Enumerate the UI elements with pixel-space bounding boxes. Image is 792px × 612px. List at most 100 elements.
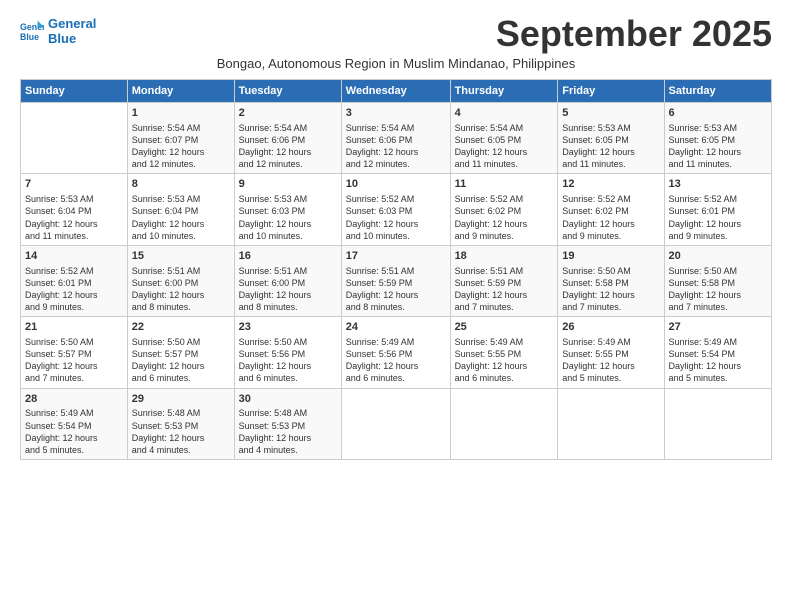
day-info: Sunrise: 5:53 AM Sunset: 6:04 PM Dayligh… bbox=[25, 193, 123, 242]
table-row: 21Sunrise: 5:50 AM Sunset: 5:57 PM Dayli… bbox=[21, 317, 128, 388]
table-row: 25Sunrise: 5:49 AM Sunset: 5:55 PM Dayli… bbox=[450, 317, 558, 388]
day-info: Sunrise: 5:52 AM Sunset: 6:02 PM Dayligh… bbox=[455, 193, 554, 242]
day-info: Sunrise: 5:53 AM Sunset: 6:05 PM Dayligh… bbox=[669, 122, 767, 171]
day-info: Sunrise: 5:49 AM Sunset: 5:55 PM Dayligh… bbox=[562, 336, 659, 385]
day-number: 5 bbox=[562, 106, 659, 121]
logo-icon: General Blue bbox=[20, 19, 44, 43]
col-thursday: Thursday bbox=[450, 80, 558, 103]
col-saturday: Saturday bbox=[664, 80, 771, 103]
table-row: 26Sunrise: 5:49 AM Sunset: 5:55 PM Dayli… bbox=[558, 317, 664, 388]
table-row: 6Sunrise: 5:53 AM Sunset: 6:05 PM Daylig… bbox=[664, 103, 771, 174]
day-number: 22 bbox=[132, 320, 230, 335]
day-info: Sunrise: 5:50 AM Sunset: 5:58 PM Dayligh… bbox=[562, 265, 659, 314]
day-number: 24 bbox=[346, 320, 446, 335]
table-row: 11Sunrise: 5:52 AM Sunset: 6:02 PM Dayli… bbox=[450, 174, 558, 245]
table-row: 5Sunrise: 5:53 AM Sunset: 6:05 PM Daylig… bbox=[558, 103, 664, 174]
table-row: 2Sunrise: 5:54 AM Sunset: 6:06 PM Daylig… bbox=[234, 103, 341, 174]
day-info: Sunrise: 5:50 AM Sunset: 5:58 PM Dayligh… bbox=[669, 265, 767, 314]
table-row: 1Sunrise: 5:54 AM Sunset: 6:07 PM Daylig… bbox=[127, 103, 234, 174]
table-row: 27Sunrise: 5:49 AM Sunset: 5:54 PM Dayli… bbox=[664, 317, 771, 388]
col-tuesday: Tuesday bbox=[234, 80, 341, 103]
table-row bbox=[450, 388, 558, 459]
day-number: 14 bbox=[25, 249, 123, 264]
table-row: 16Sunrise: 5:51 AM Sunset: 6:00 PM Dayli… bbox=[234, 245, 341, 316]
day-number: 4 bbox=[455, 106, 554, 121]
day-number: 11 bbox=[455, 177, 554, 192]
table-row: 10Sunrise: 5:52 AM Sunset: 6:03 PM Dayli… bbox=[341, 174, 450, 245]
calendar-header-row: Sunday Monday Tuesday Wednesday Thursday… bbox=[21, 80, 772, 103]
day-info: Sunrise: 5:50 AM Sunset: 5:57 PM Dayligh… bbox=[25, 336, 123, 385]
table-row: 28Sunrise: 5:49 AM Sunset: 5:54 PM Dayli… bbox=[21, 388, 128, 459]
day-info: Sunrise: 5:48 AM Sunset: 5:53 PM Dayligh… bbox=[132, 407, 230, 456]
table-row: 23Sunrise: 5:50 AM Sunset: 5:56 PM Dayli… bbox=[234, 317, 341, 388]
calendar: Sunday Monday Tuesday Wednesday Thursday… bbox=[20, 79, 772, 460]
day-info: Sunrise: 5:53 AM Sunset: 6:04 PM Dayligh… bbox=[132, 193, 230, 242]
day-info: Sunrise: 5:49 AM Sunset: 5:56 PM Dayligh… bbox=[346, 336, 446, 385]
logo: General Blue General Blue bbox=[20, 16, 96, 46]
table-row: 9Sunrise: 5:53 AM Sunset: 6:03 PM Daylig… bbox=[234, 174, 341, 245]
day-number: 21 bbox=[25, 320, 123, 335]
table-row: 30Sunrise: 5:48 AM Sunset: 5:53 PM Dayli… bbox=[234, 388, 341, 459]
day-number: 12 bbox=[562, 177, 659, 192]
table-row: 17Sunrise: 5:51 AM Sunset: 5:59 PM Dayli… bbox=[341, 245, 450, 316]
day-info: Sunrise: 5:54 AM Sunset: 6:06 PM Dayligh… bbox=[346, 122, 446, 171]
day-info: Sunrise: 5:53 AM Sunset: 6:03 PM Dayligh… bbox=[239, 193, 337, 242]
table-row bbox=[558, 388, 664, 459]
day-number: 29 bbox=[132, 392, 230, 407]
calendar-week-row: 21Sunrise: 5:50 AM Sunset: 5:57 PM Dayli… bbox=[21, 317, 772, 388]
calendar-week-row: 1Sunrise: 5:54 AM Sunset: 6:07 PM Daylig… bbox=[21, 103, 772, 174]
calendar-week-row: 14Sunrise: 5:52 AM Sunset: 6:01 PM Dayli… bbox=[21, 245, 772, 316]
day-number: 7 bbox=[25, 177, 123, 192]
day-number: 18 bbox=[455, 249, 554, 264]
table-row: 3Sunrise: 5:54 AM Sunset: 6:06 PM Daylig… bbox=[341, 103, 450, 174]
table-row bbox=[341, 388, 450, 459]
calendar-week-row: 7Sunrise: 5:53 AM Sunset: 6:04 PM Daylig… bbox=[21, 174, 772, 245]
day-number: 19 bbox=[562, 249, 659, 264]
day-number: 15 bbox=[132, 249, 230, 264]
day-info: Sunrise: 5:52 AM Sunset: 6:01 PM Dayligh… bbox=[25, 265, 123, 314]
day-info: Sunrise: 5:51 AM Sunset: 6:00 PM Dayligh… bbox=[239, 265, 337, 314]
page: General Blue General Blue September 2025… bbox=[0, 0, 792, 612]
table-row: 18Sunrise: 5:51 AM Sunset: 5:59 PM Dayli… bbox=[450, 245, 558, 316]
col-wednesday: Wednesday bbox=[341, 80, 450, 103]
table-row: 8Sunrise: 5:53 AM Sunset: 6:04 PM Daylig… bbox=[127, 174, 234, 245]
day-info: Sunrise: 5:52 AM Sunset: 6:01 PM Dayligh… bbox=[669, 193, 767, 242]
day-info: Sunrise: 5:52 AM Sunset: 6:03 PM Dayligh… bbox=[346, 193, 446, 242]
table-row: 14Sunrise: 5:52 AM Sunset: 6:01 PM Dayli… bbox=[21, 245, 128, 316]
day-number: 20 bbox=[669, 249, 767, 264]
day-info: Sunrise: 5:50 AM Sunset: 5:57 PM Dayligh… bbox=[132, 336, 230, 385]
month-title: September 2025 bbox=[496, 16, 772, 52]
svg-text:Blue: Blue bbox=[20, 32, 39, 42]
day-number: 6 bbox=[669, 106, 767, 121]
day-number: 30 bbox=[239, 392, 337, 407]
table-row: 15Sunrise: 5:51 AM Sunset: 6:00 PM Dayli… bbox=[127, 245, 234, 316]
table-row: 7Sunrise: 5:53 AM Sunset: 6:04 PM Daylig… bbox=[21, 174, 128, 245]
day-number: 10 bbox=[346, 177, 446, 192]
day-info: Sunrise: 5:54 AM Sunset: 6:06 PM Dayligh… bbox=[239, 122, 337, 171]
day-number: 2 bbox=[239, 106, 337, 121]
day-info: Sunrise: 5:54 AM Sunset: 6:05 PM Dayligh… bbox=[455, 122, 554, 171]
day-info: Sunrise: 5:54 AM Sunset: 6:07 PM Dayligh… bbox=[132, 122, 230, 171]
day-info: Sunrise: 5:49 AM Sunset: 5:55 PM Dayligh… bbox=[455, 336, 554, 385]
day-info: Sunrise: 5:51 AM Sunset: 5:59 PM Dayligh… bbox=[346, 265, 446, 314]
day-info: Sunrise: 5:53 AM Sunset: 6:05 PM Dayligh… bbox=[562, 122, 659, 171]
header: General Blue General Blue September 2025 bbox=[20, 16, 772, 52]
day-number: 27 bbox=[669, 320, 767, 335]
day-number: 13 bbox=[669, 177, 767, 192]
day-number: 3 bbox=[346, 106, 446, 121]
table-row: 29Sunrise: 5:48 AM Sunset: 5:53 PM Dayli… bbox=[127, 388, 234, 459]
day-info: Sunrise: 5:48 AM Sunset: 5:53 PM Dayligh… bbox=[239, 407, 337, 456]
logo-text: General Blue bbox=[48, 16, 96, 46]
table-row bbox=[21, 103, 128, 174]
table-row: 19Sunrise: 5:50 AM Sunset: 5:58 PM Dayli… bbox=[558, 245, 664, 316]
day-number: 23 bbox=[239, 320, 337, 335]
table-row: 24Sunrise: 5:49 AM Sunset: 5:56 PM Dayli… bbox=[341, 317, 450, 388]
col-friday: Friday bbox=[558, 80, 664, 103]
day-number: 16 bbox=[239, 249, 337, 264]
day-info: Sunrise: 5:51 AM Sunset: 5:59 PM Dayligh… bbox=[455, 265, 554, 314]
day-number: 25 bbox=[455, 320, 554, 335]
col-monday: Monday bbox=[127, 80, 234, 103]
table-row: 12Sunrise: 5:52 AM Sunset: 6:02 PM Dayli… bbox=[558, 174, 664, 245]
subtitle: Bongao, Autonomous Region in Muslim Mind… bbox=[20, 56, 772, 71]
day-info: Sunrise: 5:51 AM Sunset: 6:00 PM Dayligh… bbox=[132, 265, 230, 314]
